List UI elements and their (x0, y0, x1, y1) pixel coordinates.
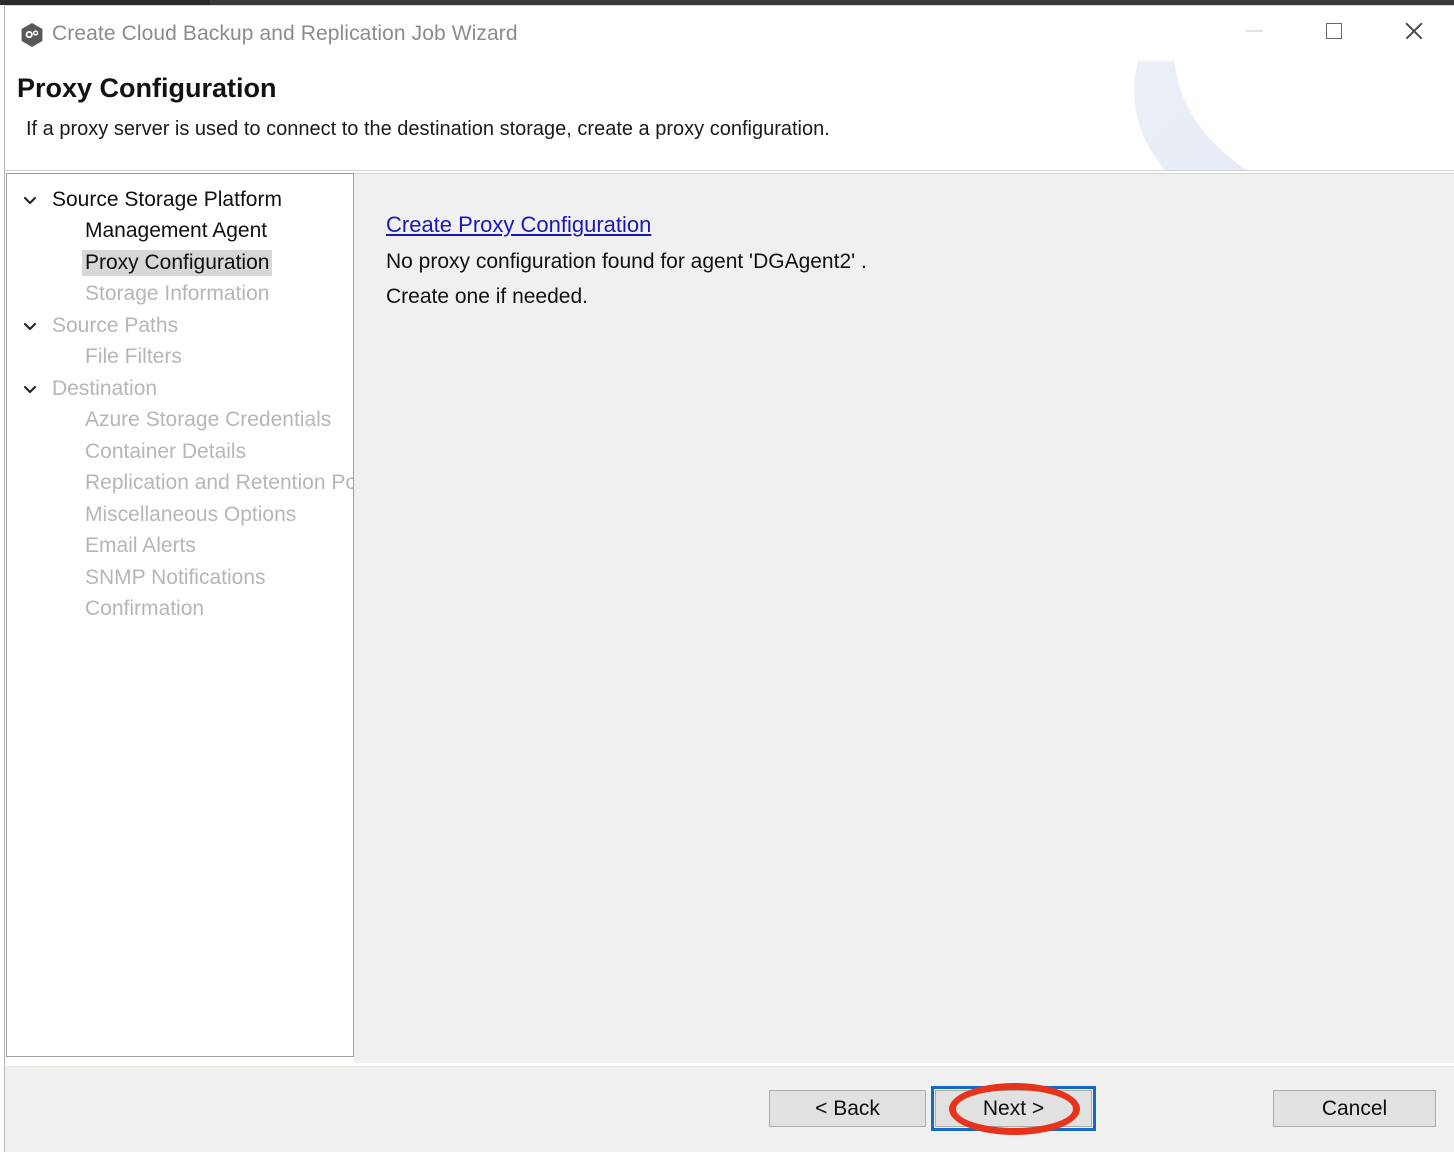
sidebar-item-label: Replication and Retention Policy (85, 471, 353, 495)
next-button[interactable]: Next > (935, 1090, 1092, 1127)
wizard-footer: < Back Next > Cancel (5, 1066, 1454, 1152)
hexagon-app-icon (18, 21, 46, 49)
window-title: Create Cloud Backup and Replication Job … (52, 22, 518, 45)
cancel-button[interactable]: Cancel (1273, 1090, 1436, 1127)
sidebar-item-azure-storage-credentials: Azure Storage Credentials (7, 405, 353, 437)
title-bar: Create Cloud Backup and Replication Job … (5, 6, 1454, 61)
wizard-steps-sidebar: Source Storage Platform Management Agent P… (6, 173, 354, 1057)
sidebar-item-email-alerts: Email Alerts (7, 531, 353, 563)
header-divider (5, 170, 1454, 171)
sidebar-item-label: Confirmation (85, 597, 205, 621)
sidebar-item-label: Storage Information (85, 282, 270, 306)
sidebar-item-label: Email Alerts (85, 534, 196, 558)
wizard-body: Source Storage Platform Management Agent P… (5, 173, 1454, 1063)
chevron-down-icon (23, 385, 37, 393)
sidebar-item-file-filters: File Filters (7, 342, 353, 374)
create-proxy-configuration-link[interactable]: Create Proxy Configuration (386, 212, 651, 238)
create-if-needed-message: Create one if needed. (386, 285, 588, 308)
sidebar-item-label: Management Agent (85, 219, 268, 243)
sidebar-item-proxy-configuration[interactable]: Proxy Configuration (7, 247, 353, 279)
maximize-button[interactable] (1303, 6, 1365, 56)
back-button[interactable]: < Back (769, 1090, 926, 1127)
sidebar-item-storage-information: Storage Information (7, 279, 353, 311)
sidebar-item-confirmation: Confirmation (7, 594, 353, 626)
close-button[interactable] (1383, 6, 1445, 56)
close-icon (1403, 20, 1425, 42)
page-title: Proxy Configuration (17, 73, 277, 103)
wizard-header: Proxy Configuration If a proxy server is… (5, 61, 1454, 171)
sidebar-item-label: SNMP Notifications (85, 565, 266, 589)
sidebar-item-label: Miscellaneous Options (85, 502, 297, 526)
sidebar-item-label: Container Details (85, 439, 247, 463)
minimize-icon (1245, 30, 1263, 32)
sidebar-item-snmp-notifications: SNMP Notifications (7, 562, 353, 594)
sidebar-item-source-storage-platform[interactable]: Source Storage Platform (7, 184, 353, 216)
sidebar-item-label: Proxy Configuration (82, 249, 273, 276)
no-proxy-message: No proxy configuration found for agent '… (386, 250, 867, 273)
sidebar-item-source-paths: Source Paths (7, 310, 353, 342)
sidebar-item-label: File Filters (85, 345, 182, 369)
minimize-button[interactable] (1223, 6, 1285, 56)
sidebar-item-management-agent[interactable]: Management Agent (7, 216, 353, 248)
sidebar-item-container-details: Container Details (7, 436, 353, 468)
sidebar-item-label: Source Paths (52, 313, 179, 337)
chevron-down-icon (23, 322, 37, 330)
sidebar-item-destination: Destination (7, 373, 353, 405)
maximize-icon (1326, 23, 1342, 39)
sidebar-item-label: Destination (52, 376, 158, 400)
sidebar-item-replication-and-retention-policy: Replication and Retention Policy (7, 468, 353, 500)
steps-tree: Source Storage Platform Management Agent P… (7, 174, 353, 625)
sidebar-item-label: Source Storage Platform (52, 187, 282, 211)
wizard-window: Create Cloud Backup and Replication Job … (4, 5, 1454, 1152)
sidebar-item-miscellaneous-options: Miscellaneous Options (7, 499, 353, 531)
page-subtitle: If a proxy server is used to connect to … (26, 118, 830, 140)
sidebar-item-label: Azure Storage Credentials (85, 408, 332, 432)
chevron-down-icon (23, 196, 37, 204)
content-panel: Create Proxy Configuration No proxy conf… (354, 173, 1454, 1063)
